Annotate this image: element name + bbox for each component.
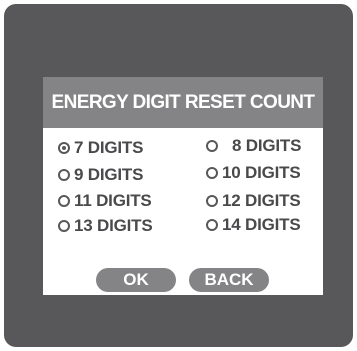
option-label: 11 DIGITS — [74, 191, 152, 210]
option-label: 14 DIGITS — [222, 215, 301, 234]
option-11-digits[interactable]: 11 DIGITS — [58, 190, 152, 212]
radio-unselected-icon[interactable] — [206, 167, 218, 179]
radio-unselected-icon[interactable] — [206, 195, 218, 207]
option-label: 10 DIGITS — [222, 163, 301, 182]
option-label: 9 DIGITS — [74, 165, 144, 184]
option-12-digits[interactable]: 12 DIGITS — [206, 190, 301, 212]
radio-selected-icon[interactable] — [58, 142, 70, 154]
radio-unselected-icon[interactable] — [206, 219, 218, 231]
radio-unselected-icon[interactable] — [58, 220, 70, 232]
dialog-header: ENERGY DIGIT RESET COUNT — [43, 77, 323, 128]
back-button[interactable]: BACK — [189, 268, 269, 292]
option-13-digits[interactable]: 13 DIGITS — [58, 215, 153, 237]
option-label: 13 DIGITS — [74, 216, 153, 235]
digit-reset-dialog: ENERGY DIGIT RESET COUNT 7 DIGITS 9 DIGI… — [43, 77, 323, 295]
option-9-digits[interactable]: 9 DIGITS — [58, 164, 143, 186]
option-8-digits[interactable]: 8 DIGITS — [206, 135, 301, 157]
device-screen: ENERGY DIGIT RESET COUNT 7 DIGITS 9 DIGI… — [4, 4, 353, 347]
radio-unselected-icon[interactable] — [58, 169, 70, 181]
option-14-digits[interactable]: 14 DIGITS — [206, 214, 301, 236]
option-label: 7 DIGITS — [74, 138, 144, 157]
option-label: 12 DIGITS — [222, 191, 301, 210]
option-10-digits[interactable]: 10 DIGITS — [206, 162, 301, 184]
dialog-title: ENERGY DIGIT RESET COUNT — [51, 92, 316, 113]
ok-button[interactable]: OK — [96, 268, 176, 292]
option-label: 8 DIGITS — [232, 136, 302, 155]
radio-unselected-icon[interactable] — [206, 140, 218, 152]
option-7-digits[interactable]: 7 DIGITS — [58, 137, 143, 159]
radio-unselected-icon[interactable] — [58, 195, 70, 207]
